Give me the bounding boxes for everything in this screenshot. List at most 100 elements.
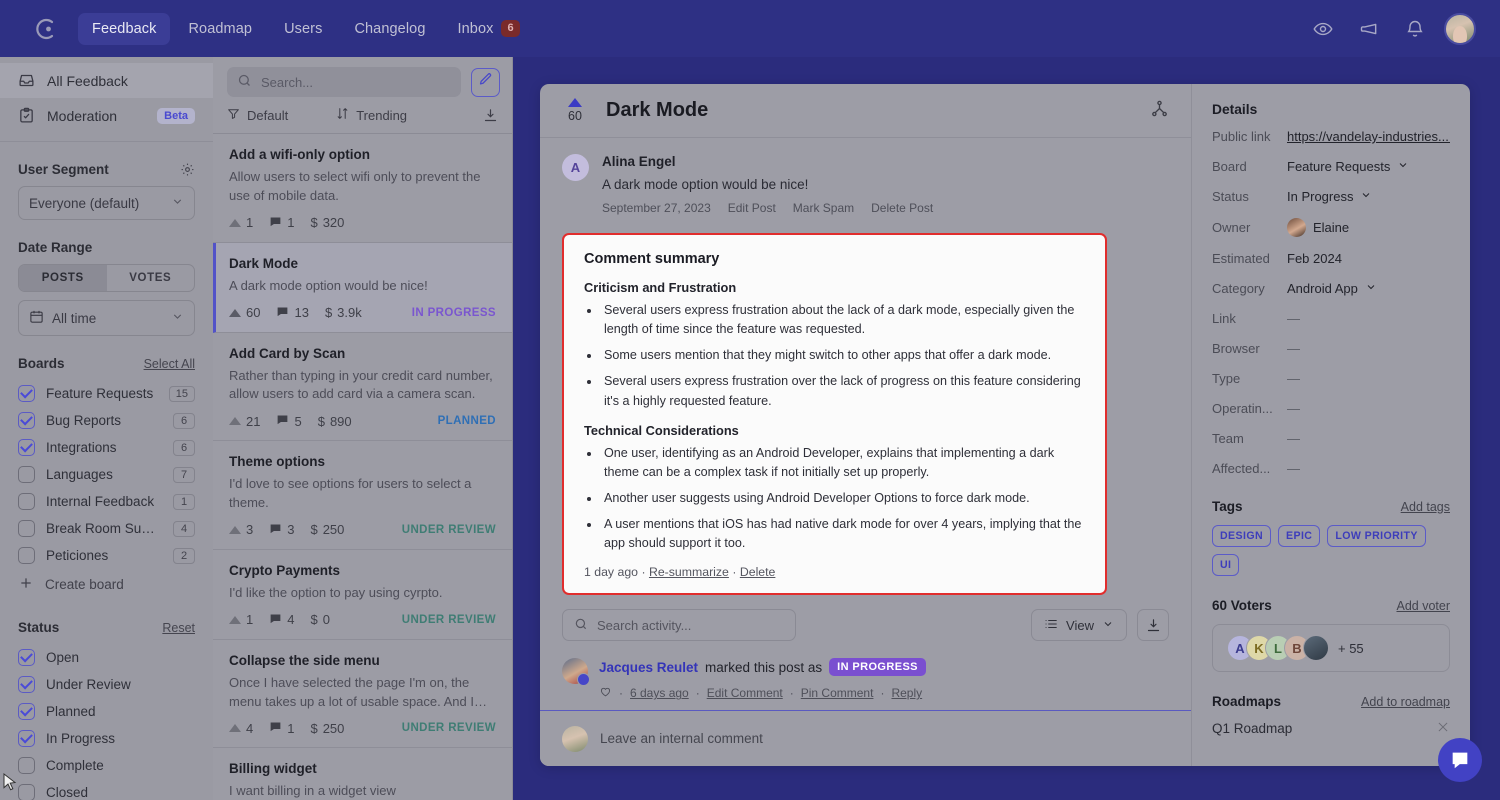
nav-item-roadmap[interactable]: Roadmap bbox=[174, 13, 266, 45]
detail-value[interactable]: — bbox=[1287, 461, 1300, 476]
toggle-posts[interactable]: POSTS bbox=[19, 265, 107, 291]
detail-value[interactable]: Feb 2024 bbox=[1287, 251, 1342, 266]
detail-value[interactable]: — bbox=[1287, 431, 1300, 446]
post-list-item[interactable]: Collapse the side menu Once I have selec… bbox=[213, 640, 512, 749]
status-item-closed[interactable]: Closed bbox=[18, 779, 195, 800]
status-item-complete[interactable]: Complete bbox=[18, 752, 195, 779]
delete-summary-link[interactable]: Delete bbox=[740, 565, 776, 579]
detail-value[interactable]: — bbox=[1287, 311, 1300, 326]
vote-widget[interactable]: 60 bbox=[562, 98, 588, 123]
post-list-item-selected[interactable]: Dark Mode A dark mode option would be ni… bbox=[213, 242, 512, 333]
megaphone-icon[interactable] bbox=[1352, 12, 1386, 46]
download-icon[interactable] bbox=[1137, 609, 1169, 642]
checkbox[interactable] bbox=[18, 757, 35, 774]
upvote-icon[interactable] bbox=[568, 98, 582, 107]
detail-value[interactable]: — bbox=[1287, 341, 1300, 356]
bell-icon[interactable] bbox=[1398, 12, 1432, 46]
nav-item-changelog[interactable]: Changelog bbox=[340, 13, 439, 45]
status-item-open[interactable]: Open bbox=[18, 644, 195, 671]
filter-button[interactable]: Default bbox=[227, 107, 288, 123]
board-item[interactable]: Feature Requests 15 bbox=[18, 380, 195, 407]
sort-button[interactable]: Trending bbox=[336, 107, 407, 123]
post-list-item[interactable]: Crypto Payments I'd like the option to p… bbox=[213, 550, 512, 640]
checkbox[interactable] bbox=[18, 703, 35, 720]
heart-icon[interactable] bbox=[599, 685, 612, 701]
select-all-link[interactable]: Select All bbox=[144, 357, 195, 371]
nav-item-feedback[interactable]: Feedback bbox=[78, 12, 171, 45]
add-voter-link[interactable]: Add voter bbox=[1396, 599, 1450, 613]
internal-comment-composer[interactable]: Leave an internal comment bbox=[540, 710, 1191, 766]
public-link-value[interactable]: https://vandelay-industries.... bbox=[1287, 129, 1450, 144]
status-item-in-progress[interactable]: In Progress bbox=[18, 725, 195, 752]
view-button[interactable]: View bbox=[1031, 609, 1127, 642]
board-item[interactable]: Peticiones 2 bbox=[18, 542, 195, 569]
checkbox[interactable] bbox=[18, 649, 35, 666]
checkbox[interactable] bbox=[18, 439, 35, 456]
sidebar-item-all-feedback[interactable]: All Feedback bbox=[0, 63, 213, 98]
re-summarize-link[interactable]: Re-summarize bbox=[649, 565, 729, 579]
user-segment-select[interactable]: Everyone (default) bbox=[18, 186, 195, 220]
checkbox[interactable] bbox=[18, 493, 35, 510]
download-icon[interactable] bbox=[483, 108, 498, 123]
status-item-planned[interactable]: Planned bbox=[18, 698, 195, 725]
mark-spam-button[interactable]: Mark Spam bbox=[793, 201, 854, 215]
board-item[interactable]: Break Room Suggesti... 4 bbox=[18, 515, 195, 542]
checkbox[interactable] bbox=[18, 385, 35, 402]
status-select[interactable]: In Progress bbox=[1287, 189, 1372, 204]
checkbox[interactable] bbox=[18, 520, 35, 537]
eye-icon[interactable] bbox=[1306, 12, 1340, 46]
roadmap-item[interactable]: Q1 Roadmap bbox=[1212, 720, 1450, 737]
toggle-votes[interactable]: VOTES bbox=[107, 265, 195, 291]
new-post-button[interactable] bbox=[471, 67, 500, 97]
gear-icon[interactable] bbox=[180, 162, 195, 177]
checkbox[interactable] bbox=[18, 547, 35, 564]
date-range-select[interactable]: All time bbox=[18, 300, 195, 336]
detail-value[interactable]: — bbox=[1287, 401, 1300, 416]
board-select[interactable]: Feature Requests bbox=[1287, 159, 1409, 174]
tag-chip[interactable]: DESIGN bbox=[1212, 525, 1272, 547]
edit-post-button[interactable]: Edit Post bbox=[728, 201, 776, 215]
status-item-under-review[interactable]: Under Review bbox=[18, 671, 195, 698]
close-icon[interactable] bbox=[1436, 720, 1450, 737]
tag-chip[interactable]: UI bbox=[1212, 554, 1240, 576]
detail-value[interactable]: — bbox=[1287, 371, 1300, 386]
board-item[interactable]: Integrations 6 bbox=[18, 434, 195, 461]
reply-button[interactable]: Reply bbox=[891, 686, 922, 700]
search-input[interactable]: Search... bbox=[227, 67, 461, 97]
activity-search-input[interactable]: Search activity... bbox=[562, 609, 796, 642]
edit-comment-button[interactable]: Edit Comment bbox=[707, 686, 783, 700]
tag-chip[interactable]: EPIC bbox=[1278, 525, 1321, 547]
nav-item-inbox[interactable]: Inbox 6 bbox=[443, 12, 533, 45]
checkbox[interactable] bbox=[18, 412, 35, 429]
create-board-button[interactable]: Create board bbox=[18, 569, 195, 600]
voters-avatars[interactable]: A K L B + 55 bbox=[1212, 624, 1450, 672]
add-to-roadmap-link[interactable]: Add to roadmap bbox=[1361, 695, 1450, 709]
checkbox[interactable] bbox=[18, 784, 35, 800]
add-tags-link[interactable]: Add tags bbox=[1401, 500, 1450, 514]
board-item[interactable]: Languages 7 bbox=[18, 461, 195, 488]
board-item[interactable]: Internal Feedback 1 bbox=[18, 488, 195, 515]
nav-item-users[interactable]: Users bbox=[270, 13, 336, 45]
chat-bubble-icon[interactable] bbox=[1438, 738, 1482, 782]
owner-select[interactable]: Elaine bbox=[1287, 218, 1349, 237]
pin-comment-button[interactable]: Pin Comment bbox=[801, 686, 874, 700]
checkbox[interactable] bbox=[18, 676, 35, 693]
checkbox[interactable] bbox=[18, 730, 35, 747]
post-list-item[interactable]: Add a wifi-only option Allow users to se… bbox=[213, 134, 512, 243]
post-list-item[interactable]: Theme options I'd love to see options fo… bbox=[213, 441, 512, 550]
post-list-item[interactable]: Add Card by Scan Rather than typing in y… bbox=[213, 333, 512, 442]
category-select[interactable]: Android App bbox=[1287, 281, 1377, 296]
canny-logo-icon[interactable] bbox=[26, 10, 64, 48]
post-list-item[interactable]: Billing widget I want billing in a widge… bbox=[213, 748, 512, 800]
dot-separator: · bbox=[619, 686, 623, 701]
share-icon[interactable] bbox=[1150, 99, 1169, 123]
checkbox[interactable] bbox=[18, 466, 35, 483]
tag-chip[interactable]: LOW PRIORITY bbox=[1327, 525, 1426, 547]
board-item[interactable]: Bug Reports 6 bbox=[18, 407, 195, 434]
summary-timestamp: 1 day ago bbox=[584, 565, 639, 580]
avatar[interactable] bbox=[1444, 12, 1476, 45]
activity-user-link[interactable]: Jacques Reulet bbox=[599, 660, 698, 675]
delete-post-button[interactable]: Delete Post bbox=[871, 201, 933, 215]
reset-link[interactable]: Reset bbox=[162, 621, 195, 635]
sidebar-item-moderation[interactable]: Moderation Beta bbox=[0, 98, 213, 133]
